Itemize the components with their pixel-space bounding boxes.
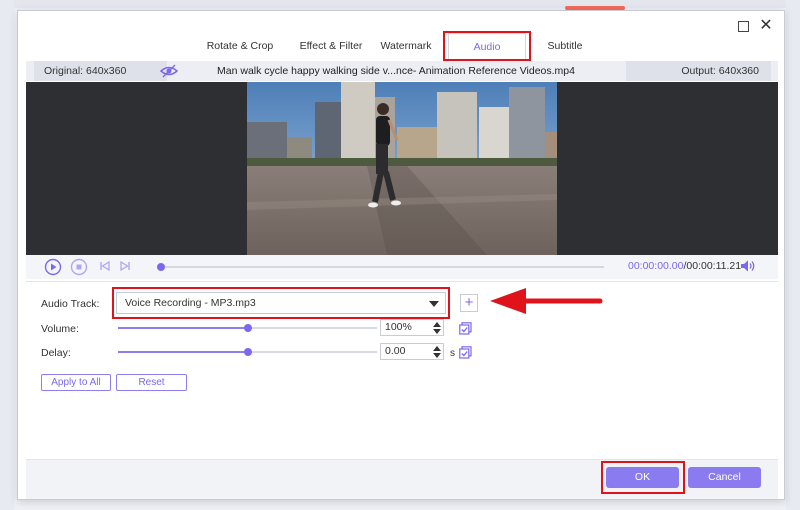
plus-icon[interactable]: + [460,294,478,312]
close-icon[interactable]: ✕ [759,18,773,34]
background-app-right [786,0,800,510]
play-icon[interactable] [44,258,62,279]
arrow-annotation-icon [488,286,604,319]
stop-icon[interactable] [70,258,88,279]
delay-slider-fill [118,351,248,353]
ok-button[interactable]: OK [606,467,679,488]
video-frame [247,82,557,255]
previous-frame-icon[interactable] [98,259,112,276]
tab-bar: Rotate & Crop Effect & Filter Watermark … [18,33,786,59]
divider [26,281,778,282]
audio-track-label: Audio Track: [41,298,100,310]
total-time: /00:00:11.21 [683,260,742,272]
chevron-down-icon [429,301,439,307]
maximize-icon[interactable] [736,19,750,33]
delay-value: 0.00 [385,345,406,357]
video-filename: Man walk cycle happy walking side v...nc… [217,65,575,77]
volume-label: Volume: [41,323,79,335]
edit-dialog: ✕ Rotate & Crop Effect & Filter Watermar… [17,10,785,500]
volume-slider[interactable] [118,324,377,332]
output-resolution: Output: 640x360 [626,61,771,81]
volume-slider-fill [118,327,248,329]
apply-delay-icon[interactable] [459,346,472,359]
delay-stepper[interactable] [433,345,441,359]
info-bar: Original: 640x360 Man walk cycle happy w… [26,61,778,81]
cancel-button[interactable]: Cancel [688,467,761,488]
delay-slider[interactable] [118,348,377,356]
timecode: 00:00:00.00/00:00:11.21 [628,260,741,272]
apply-to-all-button[interactable]: Apply to All [41,374,111,391]
volume-value: 100% [385,321,412,333]
apply-volume-icon[interactable] [459,322,472,335]
delay-label: Delay: [41,347,71,359]
volume-stepper[interactable] [433,321,441,335]
audio-track-value: Voice Recording - MP3.mp3 [125,297,256,309]
tab-watermark[interactable]: Watermark [376,33,436,59]
original-resolution: Original: 640x360 [34,61,167,81]
delay-unit: s [450,348,455,359]
video-preview [26,82,778,255]
next-frame-icon[interactable] [118,259,132,276]
volume-input[interactable]: 100% [380,319,444,336]
background-app-left [0,0,14,510]
playback-position-handle[interactable] [157,263,165,271]
tab-rotate-crop[interactable]: Rotate & Crop [198,33,282,59]
tab-audio[interactable]: Audio [448,33,526,59]
reset-button[interactable]: Reset [116,374,187,391]
tab-subtitle[interactable]: Subtitle [540,33,590,59]
volume-slider-handle[interactable] [243,324,252,332]
playback-progress-bar[interactable] [161,266,604,268]
current-time: 00:00:00.00 [628,260,684,272]
player-controls: 00:00:00.00/00:00:11.21 [26,255,778,279]
delay-slider-handle[interactable] [243,348,252,356]
tab-effect-filter[interactable]: Effect & Filter [286,33,376,59]
volume-icon[interactable] [740,259,756,276]
audio-track-select[interactable]: Voice Recording - MP3.mp3 [116,292,446,314]
delay-input[interactable]: 0.00 [380,343,444,360]
background-app-bar [0,0,800,8]
